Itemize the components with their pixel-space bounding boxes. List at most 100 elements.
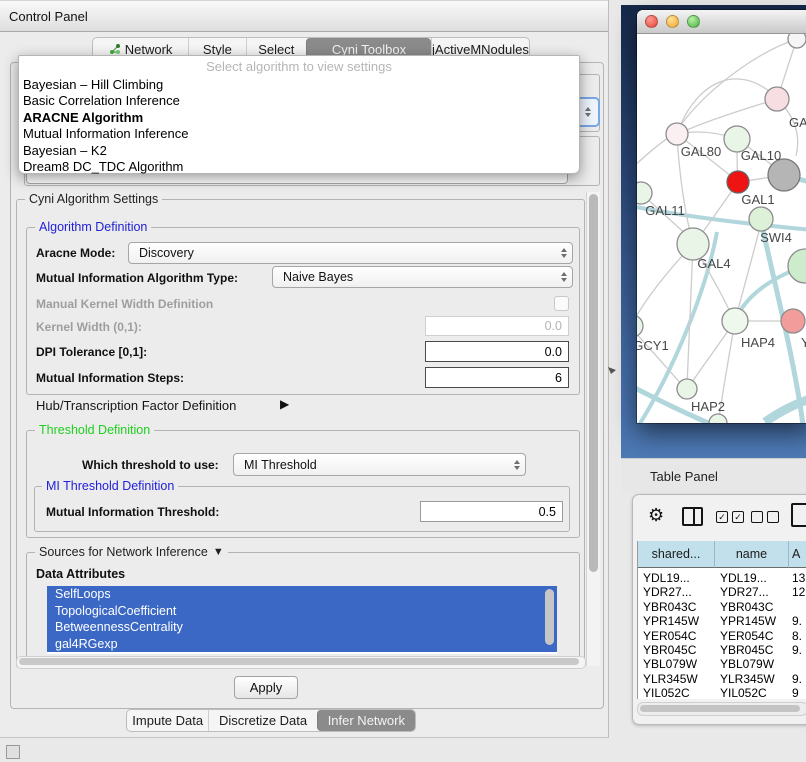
control-panel-title: Control Panel [9,9,88,24]
kernel-width-field[interactable]: 0.0 [425,316,569,336]
node-hap2 [677,379,697,399]
horizontal-scrollbar-track[interactable] [16,656,586,669]
mi-threshold-field[interactable]: 0.5 [420,501,563,522]
table-cell[interactable]: 13 [792,571,805,585]
table-scrollbar-thumb[interactable] [640,705,800,712]
collapse-arrow-right-icon[interactable]: ▶ [280,397,289,411]
table-cell[interactable]: YPR145W [643,614,699,628]
zoom-traffic-light-icon[interactable] [687,15,700,28]
which-threshold-value: MI Threshold [244,458,317,472]
columns-icon[interactable] [682,507,703,526]
node-hap4 [722,308,748,334]
table-cell[interactable]: 12 [792,585,805,599]
node-label: SWI4 [760,230,792,245]
column-header-partial[interactable]: A [789,541,806,568]
table-cell[interactable]: YIL052C [720,686,767,699]
panel-grip-icon[interactable] [6,745,20,759]
table-cell[interactable]: YLR345W [643,672,698,686]
list-item[interactable]: gal4RGexp [47,636,557,653]
select-all-checkboxes-icon[interactable]: ✓✓ [716,511,744,523]
minimize-traffic-light-icon[interactable] [666,15,679,28]
table-scrollbar-track[interactable] [637,702,806,716]
apply-button[interactable]: Apply [234,676,298,699]
node-swi4 [749,207,773,231]
table-cell[interactable]: 9. [792,672,802,686]
dpi-tolerance-field[interactable]: 0.0 [425,341,569,362]
tab-infer-network[interactable]: Infer Network [317,710,415,731]
threshold-definition-title: Threshold Definition [35,423,154,437]
table-cell[interactable]: YER054C [720,629,773,643]
node-label: HAP2 [691,399,725,414]
document-icon[interactable] [791,503,806,527]
node-gal [765,87,789,111]
combo-arrows-icon [561,248,567,258]
table-panel-title: Table Panel [650,469,718,484]
node-label: GAL [789,115,806,130]
table-cell[interactable]: 9. [792,614,802,628]
node-label: GAL11 [645,203,685,218]
mi-steps-label: Mutual Information Steps: [36,371,184,385]
list-scrollbar-thumb[interactable] [545,589,554,645]
aracne-mode-combo[interactable]: Discovery [128,242,573,264]
node-gal80 [666,123,688,145]
close-traffic-light-icon[interactable] [645,15,658,28]
which-threshold-combo[interactable]: MI Threshold [233,453,526,476]
gear-icon[interactable]: ⚙ [648,505,664,526]
node-label: HAP4 [741,335,775,350]
deselect-all-checkboxes-icon[interactable] [751,511,779,523]
list-item[interactable]: BetweennessCentrality [47,619,557,636]
node-label: GAL10 [741,148,781,163]
control-panel-titlebar: Control Panel [0,0,608,32]
algorithm-dropdown-popup: Select algorithm to view settings Bayesi… [18,55,580,174]
table-cell[interactable]: YBR045C [643,643,696,657]
table-cell[interactable]: YER054C [643,629,696,643]
table-cell[interactable]: YBR043C [720,600,773,614]
network-canvas[interactable]: GAL GAL80 GAL10 GAL1 GAL11 SWI4 GAL4 GCY… [637,34,806,423]
table-cell[interactable]: YPR145W [720,614,776,628]
table-cell[interactable]: 9 [792,686,799,699]
manual-kernel-label: Manual Kernel Width Definition [36,297,213,311]
node-label: GCY1 [637,338,669,353]
node-y [781,309,805,333]
tab-discretize-data[interactable]: Discretize Data [208,710,316,731]
table-cell[interactable]: YLR345W [720,672,775,686]
list-item[interactable]: TopologicalCoefficient [47,603,557,620]
table-cell[interactable]: YDR27... [720,585,769,599]
table-cell[interactable]: 8. [792,629,802,643]
table-cell[interactable]: YDL19... [720,571,767,585]
hub-section-label[interactable]: Hub/Transcription Factor Definition [36,398,236,413]
tab-impute-data[interactable]: Impute Data [127,710,208,731]
sources-title: Sources for Network Inference [39,545,208,559]
mouse-cursor-icon [608,366,617,375]
mi-type-value: Naive Bayes [283,270,353,284]
table-cell[interactable]: YDL19... [643,571,690,585]
node-gray [768,159,800,191]
table-cell[interactable]: YDR27... [643,585,692,599]
table-cell[interactable]: YBL079W [720,657,774,671]
table-cell[interactable]: YBR045C [720,643,773,657]
manual-kernel-checkbox[interactable] [554,296,569,311]
algorithm-option[interactable]: Bayesian – Hill Climbing [21,76,563,92]
mi-threshold-definition-title: MI Threshold Definition [42,479,178,493]
algorithm-option[interactable]: Basic Correlation Inference [21,93,563,109]
table-cell[interactable]: 9. [792,643,802,657]
vertical-scrollbar-track[interactable] [586,192,600,666]
table-cell[interactable]: YIL052C [643,686,690,699]
algorithm-option-selected[interactable]: ARACNE Algorithm [21,109,563,125]
horizontal-scrollbar-thumb[interactable] [19,658,579,665]
mi-type-combo[interactable]: Naive Bayes [272,266,573,288]
collapse-arrow-down-icon[interactable]: ▼ [213,546,224,558]
mi-type-label: Mutual Information Algorithm Type: [36,271,238,285]
algorithm-option[interactable]: Dream8 DC_TDC Algorithm [21,159,563,175]
list-item[interactable]: SelfLoops [47,586,557,603]
algorithm-option[interactable]: Bayesian – K2 [21,142,563,158]
column-header-shared-name[interactable]: shared... [638,541,715,568]
table-cell[interactable]: YBR043C [643,600,696,614]
network-window-titlebar[interactable] [637,10,806,34]
table-cell[interactable]: YBL079W [643,657,697,671]
algorithm-option[interactable]: Mutual Information Inference [21,126,563,142]
node-gal1 [727,171,749,193]
mi-steps-field[interactable]: 6 [425,367,569,388]
vertical-scrollbar-thumb[interactable] [589,194,598,572]
column-header-name[interactable]: name [715,541,789,568]
